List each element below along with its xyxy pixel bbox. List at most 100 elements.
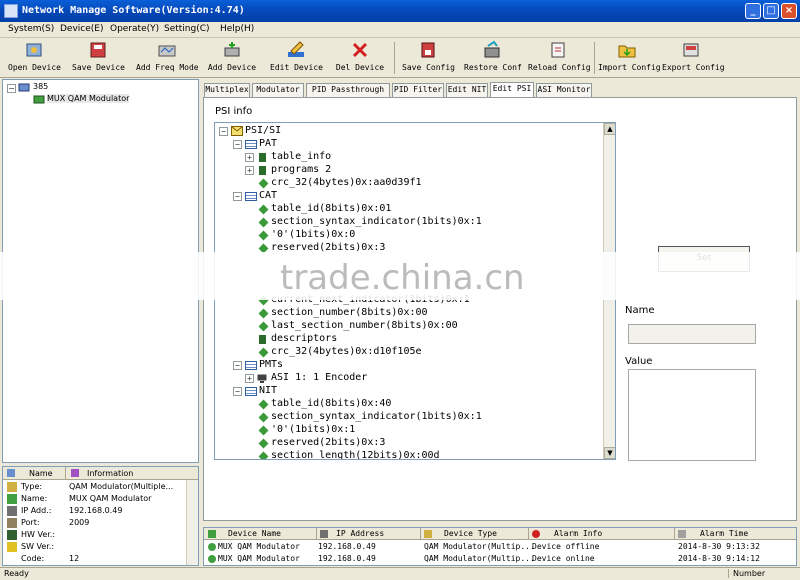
minimize-button[interactable]: _	[745, 3, 761, 19]
expand-toggle[interactable]: +	[245, 166, 254, 175]
tree-node-psi-si[interactable]: − PSI/SI	[219, 125, 599, 138]
info-row: SW Ver.:	[3, 541, 188, 553]
tree-leaf[interactable]: section_number(8bits)0x:00	[245, 307, 585, 320]
collapse-toggle[interactable]: −	[233, 140, 242, 149]
collapse-toggle[interactable]: −	[219, 127, 228, 136]
tree-leaf[interactable]: table_id(8bits)0x:40	[245, 398, 585, 411]
edit-psi-panel: PSI info − PSI/SI − PAT + table_info + p…	[203, 97, 797, 521]
tab-asi-monitor[interactable]: ASI Monitor	[536, 83, 592, 97]
menu-operate[interactable]: Operate(Y)	[110, 24, 159, 34]
edit-device-button[interactable]: Edit Device	[270, 40, 323, 76]
expand-toggle[interactable]: +	[245, 153, 254, 162]
expand-toggle[interactable]: +	[245, 374, 254, 383]
leaf-icon	[258, 451, 269, 459]
menu-help[interactable]: Help(H)	[220, 24, 254, 34]
add-freq-mode-icon	[158, 45, 176, 57]
value-label: Value	[625, 356, 653, 367]
restore-config-button[interactable]: Restore Conf	[464, 40, 522, 76]
save-config-button[interactable]: Save Config	[402, 40, 455, 76]
tree-node-nit[interactable]: − NIT	[233, 385, 593, 398]
tree-leaf[interactable]: table_id(8bits)0x:01	[245, 203, 585, 216]
tab-edit-nit[interactable]: Edit NIT	[446, 83, 488, 97]
clock-icon	[678, 530, 686, 538]
tree-node-cat[interactable]: − CAT	[233, 190, 593, 203]
device-status-icon	[208, 543, 216, 551]
delete-device-button[interactable]: Del Device	[334, 40, 386, 76]
menu-setting[interactable]: Setting(C)	[164, 24, 210, 34]
tree-node-programs[interactable]: + programs 2	[245, 164, 585, 177]
expand-toggle[interactable]: −	[7, 84, 16, 93]
scroll-down-arrow[interactable]: ▼	[604, 447, 615, 459]
tree-node-pat[interactable]: − PAT	[233, 138, 593, 151]
scroll-up-arrow[interactable]: ▲	[604, 123, 615, 135]
leaf-icon	[258, 412, 269, 423]
leaf-icon	[258, 230, 269, 241]
value-field[interactable]	[628, 369, 756, 461]
info-col-information[interactable]: Information	[87, 469, 133, 478]
tab-pid-filter[interactable]: PID Filter	[392, 83, 444, 97]
info-scrollbar[interactable]	[186, 480, 198, 565]
collapse-toggle[interactable]: −	[233, 192, 242, 201]
col-alarm-info[interactable]: Alarm Info	[554, 529, 602, 538]
info-col-name[interactable]: Name	[29, 469, 53, 478]
collapse-toggle[interactable]: −	[233, 387, 242, 396]
save-device-icon	[90, 42, 106, 58]
tree-node-table-info[interactable]: + table_info	[245, 151, 585, 164]
tab-modulator[interactable]: Modulator	[252, 83, 304, 97]
title-bar: Network Manage Software(Version:4.74) _ …	[0, 0, 800, 22]
tree-leaf[interactable]: crc_32(4bytes)0x:d10f105e	[245, 346, 585, 359]
device-tree-item[interactable]: MUX QAM Modulator	[47, 94, 130, 103]
tree-leaf[interactable]: section_length(12bits)0x:00d	[245, 450, 585, 459]
tab-edit-psi[interactable]: Edit PSI	[490, 82, 534, 98]
tree-leaf[interactable]: last_section_number(8bits)0x:00	[245, 320, 585, 333]
alarm-row[interactable]: MUX QAM Modulator 192.168.0.49 QAM Modul…	[204, 553, 796, 565]
table-icon	[245, 192, 257, 201]
col-ip-address[interactable]: IP Address	[336, 529, 384, 538]
status-text: Ready	[4, 569, 29, 578]
leaf-icon	[258, 399, 269, 410]
tree-leaf[interactable]: '0'(1bits)0x:1	[245, 424, 585, 437]
add-freq-mode-button[interactable]: Add Freq Mode	[136, 40, 199, 76]
name-column-icon	[7, 469, 15, 477]
column-divider	[65, 467, 66, 480]
col-device-name[interactable]: Device Name	[228, 529, 281, 538]
device-tree-root[interactable]: 385	[33, 82, 48, 91]
software-icon	[7, 542, 17, 552]
edit-device-icon	[288, 41, 304, 57]
watermark: trade.china.cn	[280, 258, 525, 298]
collapse-toggle[interactable]: −	[233, 361, 242, 370]
leaf-icon	[258, 321, 269, 332]
open-device-button[interactable]: Open Device	[8, 40, 61, 76]
tree-leaf[interactable]: section_syntax_indicator(1bits)0x:1	[245, 216, 585, 229]
maximize-button[interactable]: □	[763, 3, 779, 19]
import-config-button[interactable]: Import Config	[598, 40, 661, 76]
name-field[interactable]	[628, 324, 756, 344]
tree-node-pmts[interactable]: − PMTs	[233, 359, 593, 372]
reload-config-button[interactable]: Reload Config	[528, 40, 591, 76]
col-alarm-time[interactable]: Alarm Time	[700, 529, 748, 538]
add-device-button[interactable]: Add Device	[206, 40, 258, 76]
delete-icon	[352, 42, 368, 58]
tree-node-encoder[interactable]: + ASI 1: 1 Encoder	[245, 372, 585, 385]
tree-leaf[interactable]: crc_32(4bytes)0x:aa0d39f1	[245, 177, 585, 190]
menu-device[interactable]: Device(E)	[60, 24, 104, 34]
tree-node-descriptors[interactable]: descriptors	[245, 333, 585, 346]
tree-leaf[interactable]: '0'(1bits)0x:0	[245, 229, 585, 242]
alarm-row[interactable]: MUX QAM Modulator 192.168.0.49 QAM Modul…	[204, 541, 796, 553]
tab-multiplex[interactable]: Multiplex	[204, 83, 250, 97]
menu-system[interactable]: System(S)	[8, 24, 54, 34]
alarm-icon	[532, 530, 540, 538]
col-device-type[interactable]: Device Type	[444, 529, 497, 538]
leaf-icon	[258, 425, 269, 436]
export-config-button[interactable]: Export Config	[662, 40, 725, 76]
tree-leaf[interactable]: reserved(2bits)0x:3	[245, 437, 585, 450]
save-device-button[interactable]: Save Device	[72, 40, 125, 76]
close-button[interactable]: ×	[781, 3, 797, 19]
table-icon	[245, 140, 257, 149]
leaf-icon	[258, 308, 269, 319]
app-icon	[4, 4, 18, 18]
column-divider	[316, 528, 317, 540]
export-config-icon	[683, 43, 699, 57]
tree-leaf[interactable]: section_syntax_indicator(1bits)0x:1	[245, 411, 585, 424]
tab-pid-passthrough[interactable]: PID Passthrough	[306, 83, 390, 97]
